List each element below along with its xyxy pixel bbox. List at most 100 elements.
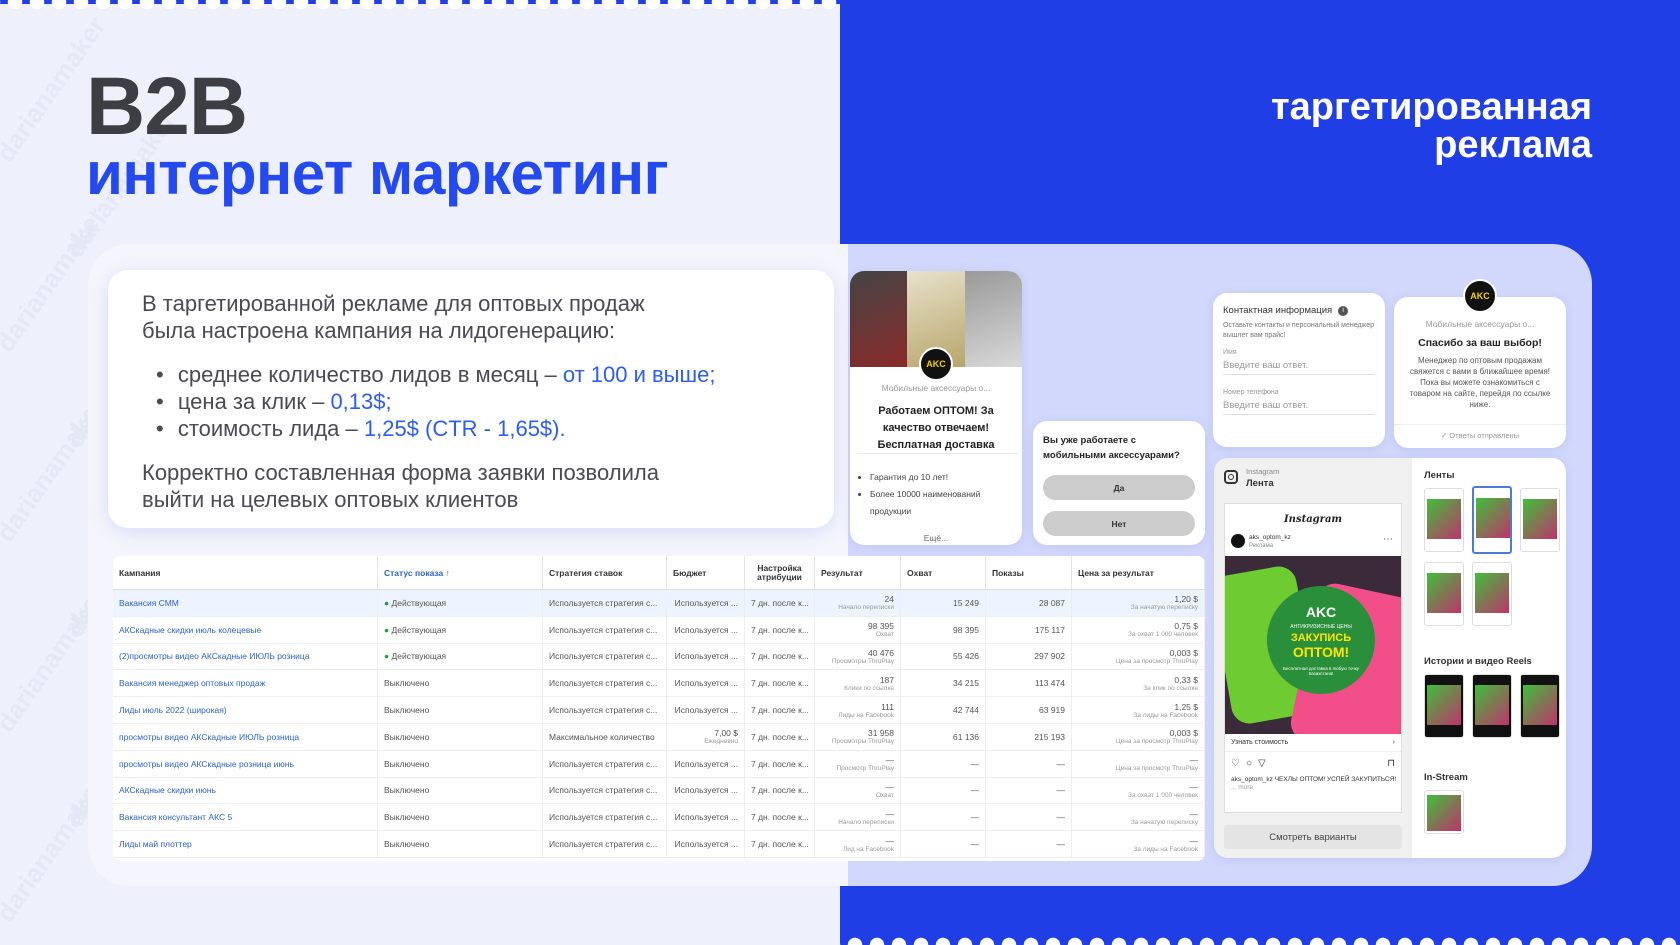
creative-line1: ЗАКУПИСЬ <box>1290 632 1352 644</box>
story-thumbnail[interactable] <box>1424 674 1464 738</box>
campaign-name-link[interactable]: Лиды июль 2022 (широкая) <box>119 705 371 715</box>
table-row[interactable]: Вакансия консультант АКС 5 Выключено Испол… <box>113 804 1205 832</box>
instream-thumbnail[interactable] <box>1424 790 1464 834</box>
table-row[interactable]: Лиды май плоттер Выключено Используется ст… <box>113 831 1205 858</box>
cost-value: — <box>1189 808 1199 819</box>
column-header-status[interactable]: Статус показа ↑ <box>378 556 543 589</box>
campaign-name-link[interactable]: Вакансия менеджер оптовых продаж <box>119 678 371 688</box>
campaign-name-cell[interactable]: просмотры видео АКСкадные розница июнь <box>113 750 378 777</box>
outro-text: Корректно составленная форма заявки позв… <box>142 459 800 513</box>
column-header-reach[interactable]: Охват <box>901 556 986 589</box>
status-active-dot: ● <box>384 651 392 662</box>
more-options-icon[interactable]: ⋯ <box>1383 534 1393 545</box>
feed-thumbnail-selected[interactable] <box>1472 486 1512 554</box>
cost-cell: — За лиды на Facebook <box>1072 831 1205 857</box>
column-header-budget[interactable]: Бюджет <box>667 556 745 589</box>
answer-yes-button[interactable]: Да <box>1043 475 1195 500</box>
campaign-name-link[interactable]: просмотры видео АКСкадные ИЮЛЬ розница <box>119 732 371 742</box>
campaign-name-link[interactable]: просмотры видео АКСкадные розница июнь <box>119 759 371 769</box>
attribution-text: 7 дн. после к... <box>751 758 809 769</box>
table-row[interactable]: АКСкадные скидки июнь Выключено Использует… <box>113 777 1205 805</box>
name-input[interactable]: Введите ваш ответ. <box>1223 356 1375 375</box>
strategy-cell: Используется стратегия с... <box>543 804 667 831</box>
column-header-attribution[interactable]: Настройка атрибуции <box>745 556 815 589</box>
table-row[interactable]: (2)просмотры видео АКСкадные ИЮЛЬ розниц… <box>113 643 1205 671</box>
impressions-cell: — <box>986 831 1072 857</box>
campaign-name-link[interactable]: (2)просмотры видео АКСкадные ИЮЛЬ розниц… <box>119 651 371 661</box>
reach-value: 42 744 <box>953 705 979 716</box>
table-row[interactable]: Вакансия СММ ● Действующая Используется ст… <box>113 590 1205 617</box>
cost-sub: За клик по ссылке <box>1143 684 1198 692</box>
table-row[interactable]: просмотры видео АКСкадные ИЮЛЬ розница Вы… <box>113 723 1205 751</box>
attribution-cell: 7 дн. после к... <box>745 804 815 831</box>
table-header: Кампания Статус показа ↑ Стратегия ставо… <box>113 556 1205 590</box>
result-cell: — Начало переписки <box>815 804 901 831</box>
campaign-name-cell[interactable]: Вакансия СММ <box>113 590 378 616</box>
akc-logo: AKC <box>919 347 953 381</box>
akc-logo: AKC <box>1463 279 1497 313</box>
campaign-name-cell[interactable]: Лиды июль 2022 (широкая) <box>113 697 378 723</box>
cta-bar[interactable]: Узнать стоимость › <box>1225 734 1401 752</box>
view-variants-button[interactable]: Смотреть варианты <box>1224 825 1402 849</box>
feed-thumbnail[interactable] <box>1424 562 1464 626</box>
campaign-name-link[interactable]: Вакансия консультант АКС 5 <box>119 812 371 822</box>
status-label: Выключено <box>384 731 430 742</box>
story-thumbnail[interactable] <box>1520 674 1560 738</box>
impressions-cell: — <box>986 777 1072 804</box>
comment-icon[interactable]: ○ <box>1246 758 1258 769</box>
table-row[interactable]: просмотры видео АКСкадные розница июнь Вы… <box>113 750 1205 778</box>
result-sub: Охват <box>875 631 894 639</box>
budget-text: Используется ... <box>674 758 738 769</box>
cost-value: 1,25 $ <box>1174 701 1198 712</box>
result-value: 0,13$; <box>330 389 392 414</box>
feed-thumbnail[interactable] <box>1472 562 1512 626</box>
contact-title-text: Контактная информация <box>1223 305 1333 316</box>
campaign-name-link[interactable]: АКСкадные скидки июль колецевые <box>119 625 371 635</box>
reach-value: 61 136 <box>953 731 979 742</box>
cost-cell: — Цена за просмотр ThruPlay <box>1072 750 1205 777</box>
campaign-name-cell[interactable]: АКСкадные скидки июль колецевые <box>113 616 378 643</box>
table-row[interactable]: Лиды июль 2022 (широкая) Выключено Использ… <box>113 697 1205 724</box>
column-header-strategy[interactable]: Стратегия ставок <box>543 556 667 589</box>
column-header-result[interactable]: Результат <box>815 556 901 589</box>
campaign-name-cell[interactable]: (2)просмотры видео АКСкадные ИЮЛЬ розниц… <box>113 643 378 670</box>
share-icon[interactable]: ▽ <box>1258 758 1272 769</box>
feed-thumbnail[interactable] <box>1424 488 1464 552</box>
budget-cell: Используется ... <box>667 643 745 670</box>
bookmark-icon[interactable]: ⊓ <box>1387 758 1395 769</box>
table-row[interactable]: Вакансия менеджер оптовых продаж Выключен… <box>113 670 1205 698</box>
story-thumbnail[interactable] <box>1472 674 1512 738</box>
strategy-cell: Используется стратегия с... <box>543 616 667 643</box>
instagram-icon <box>1224 470 1238 484</box>
status-cell: ● Действующая <box>378 590 543 616</box>
campaign-name-cell[interactable]: Вакансия консультант АКС 5 <box>113 804 378 831</box>
budget-cell: Используется ... <box>667 670 745 697</box>
result-label: стоимость лида – <box>177 416 364 441</box>
phone-input[interactable]: Введите ваш ответ. <box>1223 396 1375 415</box>
reach-cell: — <box>901 804 986 831</box>
reach-value: 15 249 <box>953 597 979 608</box>
table-row[interactable]: АКСкадные скидки июль колецевые ● Действу… <box>113 616 1205 644</box>
reach-value: — <box>970 812 980 823</box>
column-header-impressions[interactable]: Показы <box>986 556 1072 589</box>
ad-more-link[interactable]: Ещё... <box>850 533 1022 543</box>
campaign-name-cell[interactable]: просмотры видео АКСкадные ИЮЛЬ розница <box>113 723 378 750</box>
campaign-name-cell[interactable]: Вакансия менеджер оптовых продаж <box>113 670 378 697</box>
campaign-name-link[interactable]: Вакансия СММ <box>119 598 371 608</box>
campaign-name-cell[interactable]: АКСкадные скидки июнь <box>113 777 378 804</box>
attribution-text: 7 дн. после к... <box>751 678 809 689</box>
campaign-name-link[interactable]: Лиды май плоттер <box>119 839 371 849</box>
feed-thumbnail[interactable] <box>1520 488 1560 552</box>
campaign-name-cell[interactable]: Лиды май плоттер <box>113 831 378 857</box>
answer-no-button[interactable]: Нет <box>1043 511 1195 536</box>
caption-more[interactable]: ... more <box>1231 784 1253 791</box>
heart-icon[interactable]: ♡ <box>1231 758 1246 769</box>
impressions-cell: 28 087 <box>986 590 1072 616</box>
status-cell: ● Действующая <box>378 643 543 670</box>
reach-cell: 15 249 <box>901 590 986 616</box>
status-text: Выключено <box>384 785 536 795</box>
campaign-name-link[interactable]: АКСкадные скидки июнь <box>119 785 371 795</box>
column-header-campaign[interactable]: Кампания <box>113 556 378 589</box>
thanks-title: Спасибо за ваш выбор! <box>1418 337 1542 349</box>
column-header-cost[interactable]: Цена за результат <box>1072 556 1205 589</box>
